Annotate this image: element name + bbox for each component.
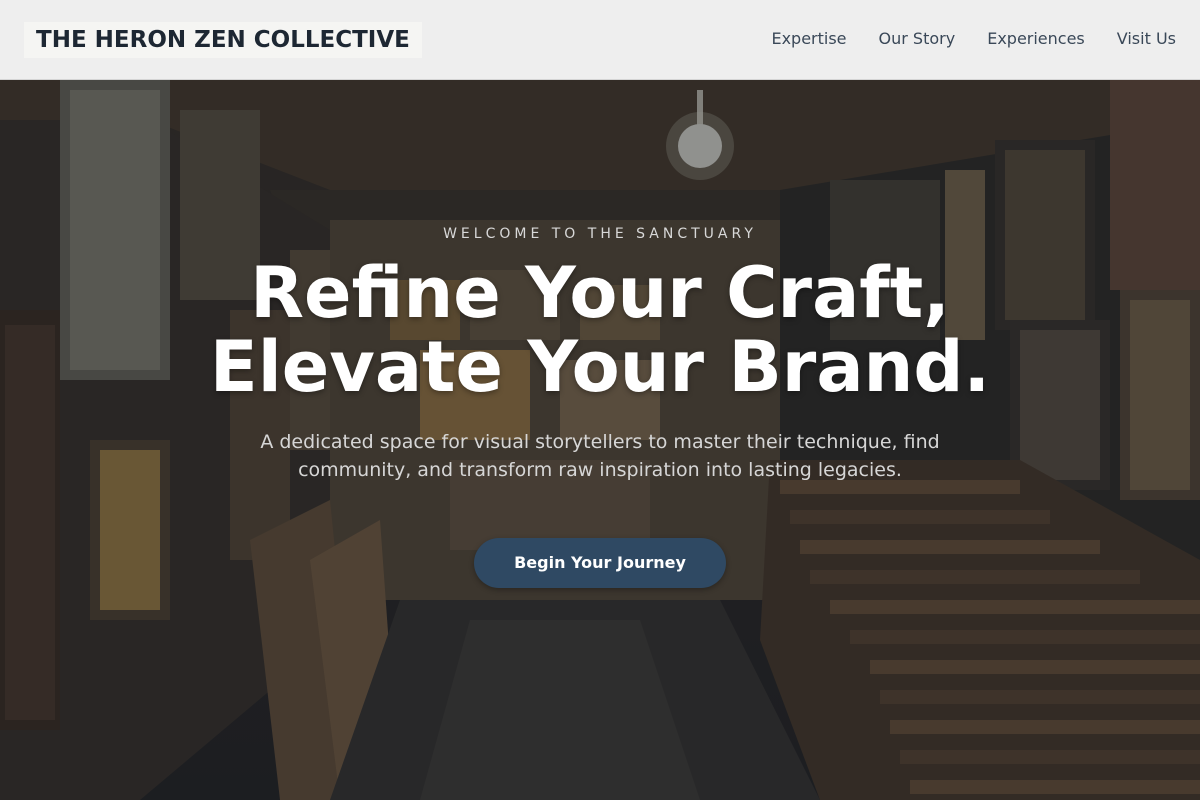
nav-link-visit-us[interactable]: Visit Us <box>1117 28 1176 50</box>
hero-headline-line-2: Elevate Your Brand. <box>209 326 991 408</box>
hero-headline: Refine Your Craft, Elevate Your Brand. <box>0 256 1200 404</box>
begin-journey-button[interactable]: Begin Your Journey <box>474 538 726 588</box>
nav-link-experiences[interactable]: Experiences <box>987 28 1085 50</box>
hero-eyebrow: WELCOME TO THE SANCTUARY <box>443 226 757 242</box>
hero-section: WELCOME TO THE SANCTUARY Refine Your Cra… <box>0 80 1200 800</box>
nav-link-our-story[interactable]: Our Story <box>879 28 956 50</box>
nav-link-expertise[interactable]: Expertise <box>771 28 846 50</box>
hero-subheadline: A dedicated space for visual storyteller… <box>260 431 940 481</box>
site-logo[interactable]: THE HERON ZEN COLLECTIVE <box>24 22 422 58</box>
main-nav: Expertise Our Story Experiences Visit Us <box>771 28 1176 50</box>
site-header: THE HERON ZEN COLLECTIVE Expertise Our S… <box>0 0 1200 80</box>
hero-headline-line-1: Refine Your Craft, <box>250 252 950 334</box>
